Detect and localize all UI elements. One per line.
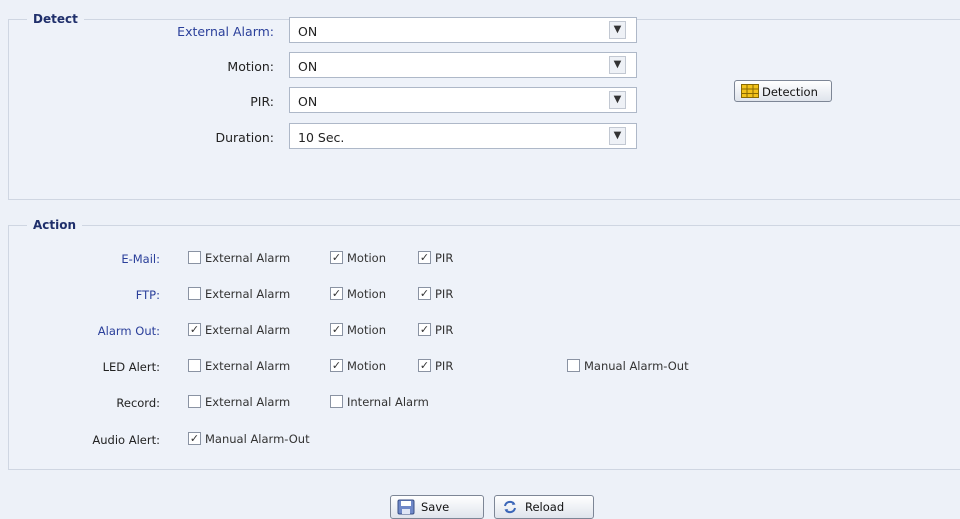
external-alarm-value: ON [298,24,318,39]
checkbox-label: Internal Alarm [347,395,429,409]
checkbox-label: External Alarm [205,251,291,265]
checkbox-label: External Alarm [205,359,291,373]
chevron-down-icon[interactable]: ▼ [609,127,626,145]
audio-alert-label: Audio Alert: [92,433,160,447]
record-label: Record: [116,396,160,410]
checkbox-box[interactable] [188,359,201,372]
checkbox-label: Motion [347,287,386,301]
refresh-icon [501,499,519,518]
alarm-out-label: Alarm Out: [97,324,160,338]
duration-select[interactable]: 10 Sec. ▼ [289,123,637,149]
pir-value: ON [298,94,318,109]
ftp-label: FTP: [135,288,160,302]
motion-value: ON [298,59,318,74]
motion-label: Motion: [227,59,274,74]
duration-label: Duration: [215,130,274,145]
pir-select[interactable]: ON ▼ [289,87,637,113]
detection-button[interactable]: Detection [734,80,832,102]
checkbox-box[interactable]: ✓ [188,323,201,336]
checkbox-label: PIR [435,323,454,337]
detection-button-label: Detection [762,85,818,99]
detect-legend: Detect [33,12,78,26]
motion-select[interactable]: ON ▼ [289,52,637,78]
chevron-down-icon[interactable]: ▼ [609,56,626,74]
email-label: E-Mail: [121,252,160,266]
checkbox-label: Motion [347,359,386,373]
checkbox-label: External Alarm [205,323,291,337]
checkbox-box[interactable] [188,287,201,300]
chevron-down-icon[interactable]: ▼ [609,91,626,109]
checkbox-label: Motion [347,323,386,337]
checkbox-label: PIR [435,359,454,373]
checkbox-box[interactable]: ✓ [188,432,201,445]
checkbox-box[interactable]: ✓ [418,359,431,372]
checkbox-box[interactable]: ✓ [330,287,343,300]
grid-icon [741,84,759,101]
external-alarm-label: External Alarm: [177,24,274,39]
checkbox-label: External Alarm [205,287,291,301]
checkbox-box[interactable]: ✓ [418,287,431,300]
action-legend: Action [33,218,77,232]
led-alert-label: LED Alert: [102,360,160,374]
checkbox-label: External Alarm [205,395,291,409]
checkbox-box[interactable]: ✓ [330,323,343,336]
checkbox-label: Manual Alarm-Out [584,359,689,373]
checkbox-box[interactable] [330,395,343,408]
checkbox-label: Motion [347,251,386,265]
chevron-down-icon[interactable]: ▼ [609,21,626,39]
reload-button[interactable]: Reload [494,495,594,519]
checkbox-box[interactable]: ✓ [330,359,343,372]
checkbox-label: PIR [435,251,454,265]
pir-label: PIR: [250,94,274,109]
external-alarm-select[interactable]: ON ▼ [289,17,637,43]
checkbox-box[interactable]: ✓ [330,251,343,264]
floppy-disk-icon [397,499,415,518]
checkbox-label: Manual Alarm-Out [205,432,310,446]
duration-value: 10 Sec. [298,130,345,145]
checkbox-box[interactable]: ✓ [418,323,431,336]
save-button[interactable]: Save [390,495,484,519]
checkbox-label: PIR [435,287,454,301]
checkbox-box[interactable] [188,251,201,264]
checkbox-box[interactable] [567,359,580,372]
reload-button-label: Reload [525,500,565,514]
checkbox-box[interactable]: ✓ [418,251,431,264]
save-button-label: Save [421,500,450,514]
checkbox-box[interactable] [188,395,201,408]
